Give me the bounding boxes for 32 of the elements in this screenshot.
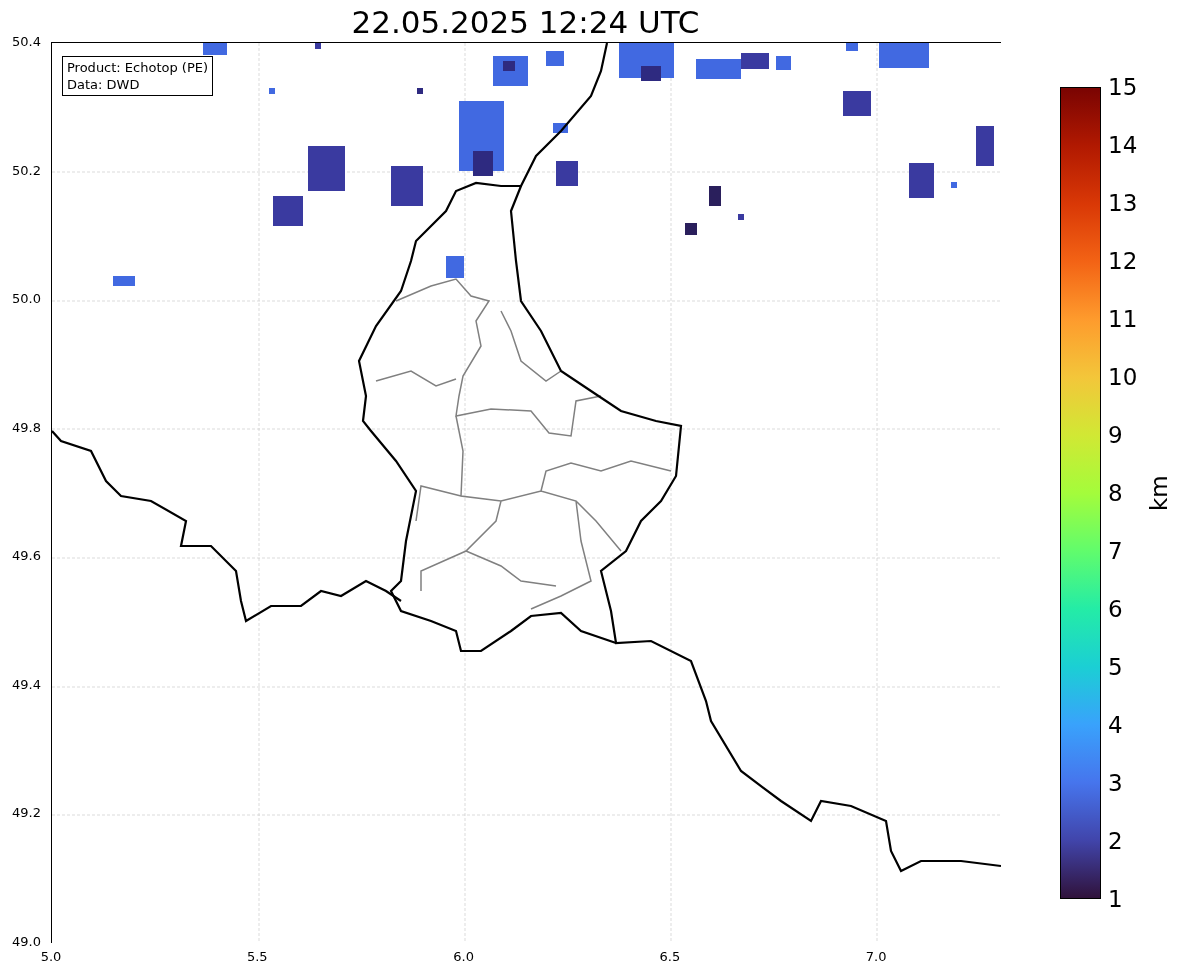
colorbar-tick-label: 5 [1108, 654, 1123, 680]
colorbar-tick-label: 15 [1108, 74, 1138, 100]
x-tick-label: 6.0 [453, 949, 474, 965]
colorbar-tick-label: 4 [1108, 712, 1123, 738]
colorbar-tick-label: 3 [1108, 770, 1123, 796]
y-tick-label: 50.4 [12, 34, 41, 50]
y-tick-label: 49.0 [12, 934, 41, 950]
chart-title: 22.05.2025 12:24 UTC [351, 3, 700, 42]
y-tick-label: 49.2 [12, 805, 41, 822]
y-tick-label: 49.4 [12, 676, 41, 693]
x-tick-label: 6.5 [659, 949, 681, 965]
colorbar-tick-label: 8 [1108, 480, 1123, 506]
colorbar-tick-label: 10 [1108, 364, 1138, 390]
x-tick-label: 7.0 [865, 949, 887, 965]
legend-text: Data: DWD [67, 76, 141, 93]
colorbar-tick-label: 7 [1108, 538, 1123, 564]
y-tick-label: 49.6 [12, 548, 41, 565]
colorbar-tick-label: 11 [1108, 306, 1138, 332]
y-tick-label: 50.2 [12, 162, 41, 179]
colorbar-tick-label: 9 [1108, 422, 1123, 448]
colorbar-tick-label: 14 [1108, 132, 1138, 158]
colorbar-tick-label: 1 [1108, 886, 1123, 912]
colorbar-axis-label: km [1144, 475, 1173, 511]
legend-text: Product: Echotop (PE) [67, 59, 209, 76]
colorbar-tick-label: 13 [1108, 190, 1138, 216]
x-tick-label: 5.0 [40, 949, 62, 965]
y-tick-label: 50.0 [12, 291, 41, 308]
colorbar-tick-label: 12 [1108, 248, 1138, 274]
colorbar-tick-label: 2 [1108, 828, 1123, 854]
x-tick-label: 5.5 [246, 949, 268, 965]
colorbar-tick-label: 6 [1108, 596, 1123, 622]
y-tick-label: 49.8 [12, 419, 41, 436]
